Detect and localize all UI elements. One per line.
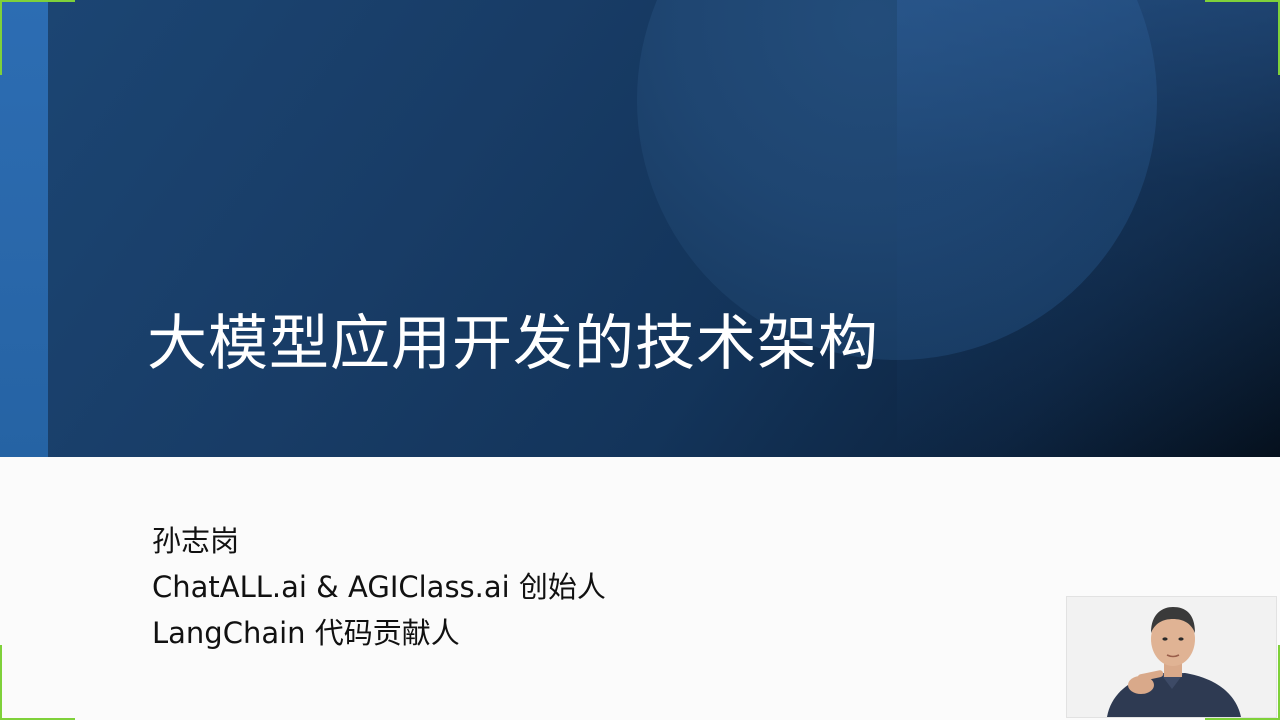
presentation-slide: 大模型应用开发的技术架构 孙志岗 ChatALL.ai & AGIClass.a…: [0, 0, 1280, 720]
presenter-webcam-overlay: [1066, 596, 1277, 718]
presenter-video-icon: [1067, 597, 1276, 717]
presenter-info: 孙志岗 ChatALL.ai & AGIClass.ai 创始人 LangCha…: [152, 518, 606, 656]
corner-mark-top-right-h: [1205, 0, 1280, 2]
corner-mark-bottom-left-v: [0, 645, 2, 720]
decorative-right-panel: [897, 0, 1280, 457]
corner-mark-top-left-v: [0, 0, 2, 75]
title-banner: 大模型应用开发的技术架构: [0, 0, 1280, 457]
corner-mark-top-left-h: [0, 0, 75, 2]
left-accent-strip: [0, 0, 48, 457]
presenter-role-contributor: LangChain 代码贡献人: [152, 616, 460, 650]
presenter-role-founder: ChatALL.ai & AGIClass.ai 创始人: [152, 570, 606, 604]
slide-title: 大模型应用开发的技术架构: [147, 309, 879, 379]
presenter-name: 孙志岗: [152, 524, 240, 558]
